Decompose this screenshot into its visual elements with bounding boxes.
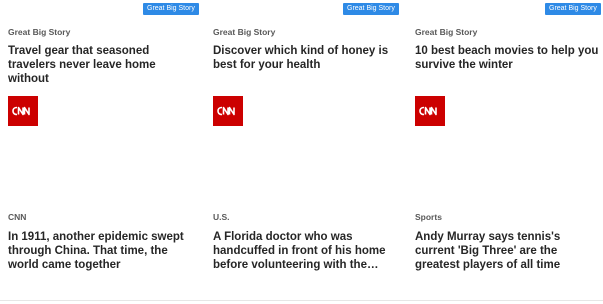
story-section-label[interactable]: CNN (8, 212, 26, 222)
story-headline[interactable]: Travel gear that seasoned travelers neve… (8, 44, 196, 86)
story-section-label[interactable]: Great Big Story (8, 27, 70, 37)
story-section-label[interactable]: Great Big Story (213, 27, 275, 37)
story-headline[interactable]: A Florida doctor who was handcuffed in f… (213, 230, 401, 272)
cnn-logo[interactable] (213, 96, 243, 126)
story-section-label[interactable]: U.S. (213, 212, 230, 222)
story-headline[interactable]: 10 best beach movies to help you survive… (415, 44, 603, 72)
story-grid: Great Big Story Great Big Story Great Bi… (0, 0, 603, 304)
bottom-divider (0, 300, 603, 301)
cnn-logo[interactable] (8, 96, 38, 126)
story-section-label[interactable]: Great Big Story (415, 27, 477, 37)
promo-badge[interactable]: Great Big Story (143, 3, 199, 15)
story-headline[interactable]: Andy Murray says tennis's current 'Big T… (415, 230, 603, 272)
promo-badge[interactable]: Great Big Story (545, 3, 601, 15)
promo-badge[interactable]: Great Big Story (343, 3, 399, 15)
story-headline[interactable]: Discover which kind of honey is best for… (213, 44, 401, 72)
story-section-label[interactable]: Sports (415, 212, 442, 222)
cnn-logo[interactable] (415, 96, 445, 126)
story-headline[interactable]: In 1911, another epidemic swept through … (8, 230, 196, 272)
